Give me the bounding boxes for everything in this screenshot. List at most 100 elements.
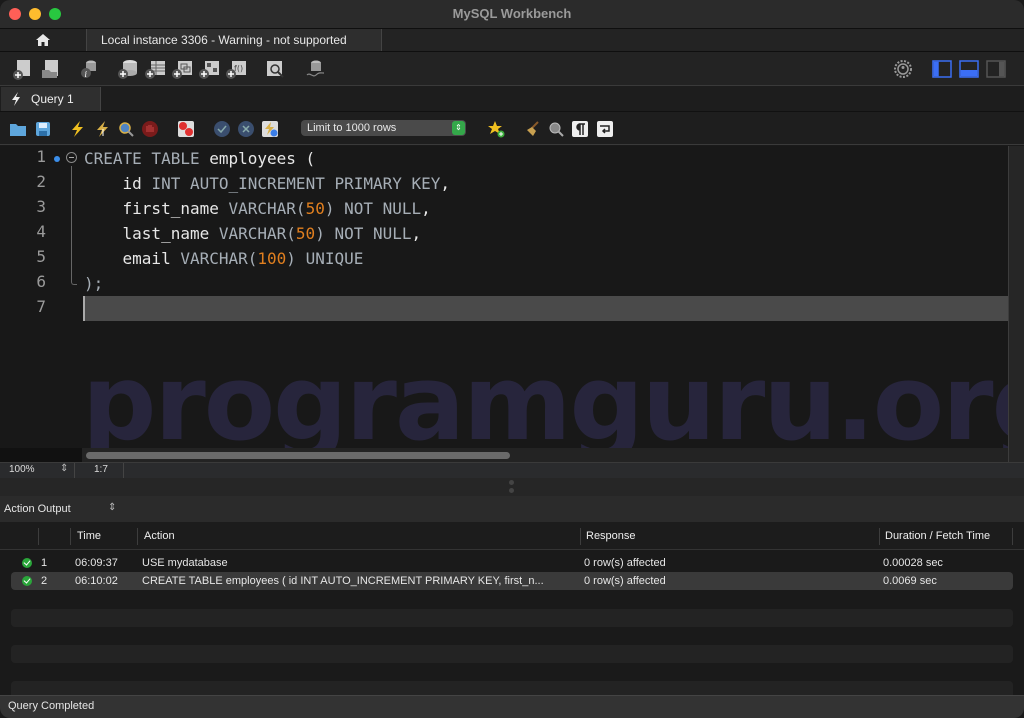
stop-icon[interactable] [141, 120, 159, 138]
add-snippet-icon[interactable] [487, 120, 505, 138]
schema-inspector-icon[interactable]: i [78, 58, 100, 80]
tab-label: Query 1 [31, 92, 74, 106]
row-action: USE mydatabase [142, 557, 228, 569]
title-bar: MySQL Workbench [0, 0, 1024, 28]
editor-gutter: 1 2 3 4 5 6 7 [0, 146, 82, 462]
chevron-updown-icon: ⇕ [452, 121, 465, 135]
chevron-updown-icon[interactable]: ⇕ [60, 463, 68, 474]
column-divider[interactable] [580, 528, 581, 545]
query-tab-bar: Query 1 [0, 86, 1024, 112]
svg-text:i: i [85, 70, 88, 79]
output-table: 1 06:09:37 USE mydatabase 0 row(s) affec… [0, 550, 1024, 699]
search-table-data-icon[interactable] [264, 58, 286, 80]
current-line-highlight [83, 296, 1008, 321]
main-toolbar: i f() [0, 52, 1024, 86]
statement-marker-icon [54, 156, 60, 162]
output-table-header: Time Action Response Duration / Fetch Ti… [0, 522, 1024, 550]
sql-keyword: ) NOT NULL [324, 199, 422, 218]
sql-keyword: ) UNIQUE [286, 249, 364, 268]
row-response: 0 row(s) affected [584, 557, 666, 569]
create-function-icon[interactable]: f() [225, 58, 247, 80]
create-view-icon[interactable] [171, 58, 193, 80]
new-sql-tab-icon[interactable] [12, 58, 34, 80]
execute-current-icon[interactable] [93, 120, 111, 138]
column-header-action[interactable]: Action [144, 530, 175, 542]
tab-query-1[interactable]: Query 1 [1, 87, 101, 111]
editor-horizontal-scrollbar[interactable] [82, 448, 1008, 462]
sql-keyword: ) NOT NULL [315, 224, 412, 243]
column-divider[interactable] [1012, 528, 1013, 545]
execute-icon[interactable] [68, 120, 86, 138]
sql-text: , [411, 224, 422, 243]
open-file-icon[interactable] [9, 120, 27, 138]
editor-corner [0, 448, 82, 462]
column-header-duration[interactable]: Duration / Fetch Time [885, 530, 990, 542]
sql-keyword: INT AUTO_INCREMENT PRIMARY KEY [151, 174, 441, 193]
column-divider[interactable] [70, 528, 71, 545]
empty-row [11, 645, 1013, 663]
line-number: 1 [36, 147, 46, 166]
autocommit-icon[interactable] [261, 120, 279, 138]
limit-rows-value: Limit to 1000 rows [307, 122, 397, 134]
beautify-icon[interactable] [524, 120, 542, 138]
column-divider[interactable] [879, 528, 880, 545]
toggle-secondary-sidebar-icon[interactable] [985, 58, 1007, 80]
cursor-position: 1:7 [94, 464, 108, 475]
rollback-icon[interactable] [237, 120, 255, 138]
toggle-sidebar-icon[interactable] [931, 58, 953, 80]
code-line[interactable]: ); [84, 271, 103, 296]
create-procedure-icon[interactable] [198, 58, 220, 80]
toggle-error-continue-icon[interactable] [177, 120, 195, 138]
toggle-output-panel-icon[interactable] [958, 58, 980, 80]
empty-row [11, 609, 1013, 627]
code-line[interactable]: email VARCHAR(100) UNIQUE [84, 246, 364, 271]
code-line[interactable]: first_name VARCHAR(50) NOT NULL, [84, 196, 431, 221]
save-icon[interactable] [34, 120, 52, 138]
column-divider[interactable] [38, 528, 39, 545]
output-type-select[interactable]: Action Output [4, 503, 71, 515]
line-number: 7 [36, 297, 46, 316]
watermark: programguru.org [82, 342, 1008, 462]
create-table-icon[interactable] [144, 58, 166, 80]
connection-tab-bar: Local instance 3306 - Warning - not supp… [0, 28, 1024, 52]
wrap-lines-icon[interactable] [596, 120, 614, 138]
reconnect-icon[interactable] [304, 58, 326, 80]
panel-splitter[interactable] [0, 478, 1024, 496]
fold-toggle-icon[interactable] [66, 152, 77, 163]
column-header-time[interactable]: Time [77, 530, 101, 542]
invisible-chars-icon[interactable] [571, 120, 589, 138]
grip-dot [509, 488, 514, 493]
find-icon[interactable] [547, 120, 565, 138]
scrollbar-thumb[interactable] [86, 452, 510, 459]
row-number: 1 [41, 557, 48, 569]
table-row[interactable]: 2 06:10:02 CREATE TABLE employees ( id I… [11, 572, 1013, 590]
limit-rows-select[interactable]: Limit to 1000 rows ⇕ [301, 120, 466, 136]
column-divider[interactable] [137, 528, 138, 545]
code-line[interactable]: CREATE TABLE employees ( [84, 146, 315, 171]
sql-editor[interactable]: 1 2 3 4 5 6 7 CREATE TABLE employees ( i… [0, 146, 1008, 462]
chevron-updown-icon[interactable]: ⇕ [108, 502, 116, 513]
line-number: 4 [36, 222, 46, 241]
row-action: CREATE TABLE employees ( id INT AUTO_INC… [142, 575, 544, 587]
settings-gear-icon[interactable] [892, 58, 914, 80]
success-check-icon [22, 576, 32, 586]
sql-text: id [84, 174, 152, 193]
explain-icon[interactable] [117, 120, 135, 138]
row-duration: 0.00028 sec [883, 557, 943, 569]
table-row[interactable]: 1 06:09:37 USE mydatabase 0 row(s) affec… [11, 554, 1013, 572]
row-number: 2 [41, 575, 48, 587]
column-header-response[interactable]: Response [586, 530, 636, 542]
open-sql-script-icon[interactable] [40, 58, 62, 80]
code-line[interactable]: last_name VARCHAR(50) NOT NULL, [84, 221, 422, 246]
home-tab[interactable] [0, 29, 86, 51]
line-number: 6 [36, 272, 46, 291]
code-line[interactable]: id INT AUTO_INCREMENT PRIMARY KEY, [84, 171, 451, 196]
divider [123, 463, 124, 478]
home-icon [35, 33, 51, 47]
sql-keyword: ); [84, 274, 104, 293]
create-schema-icon[interactable] [117, 58, 139, 80]
connection-tab[interactable]: Local instance 3306 - Warning - not supp… [86, 29, 382, 51]
commit-icon[interactable] [213, 120, 231, 138]
editor-vertical-scrollbar[interactable] [1008, 146, 1024, 462]
zoom-level[interactable]: 100% [9, 464, 35, 475]
